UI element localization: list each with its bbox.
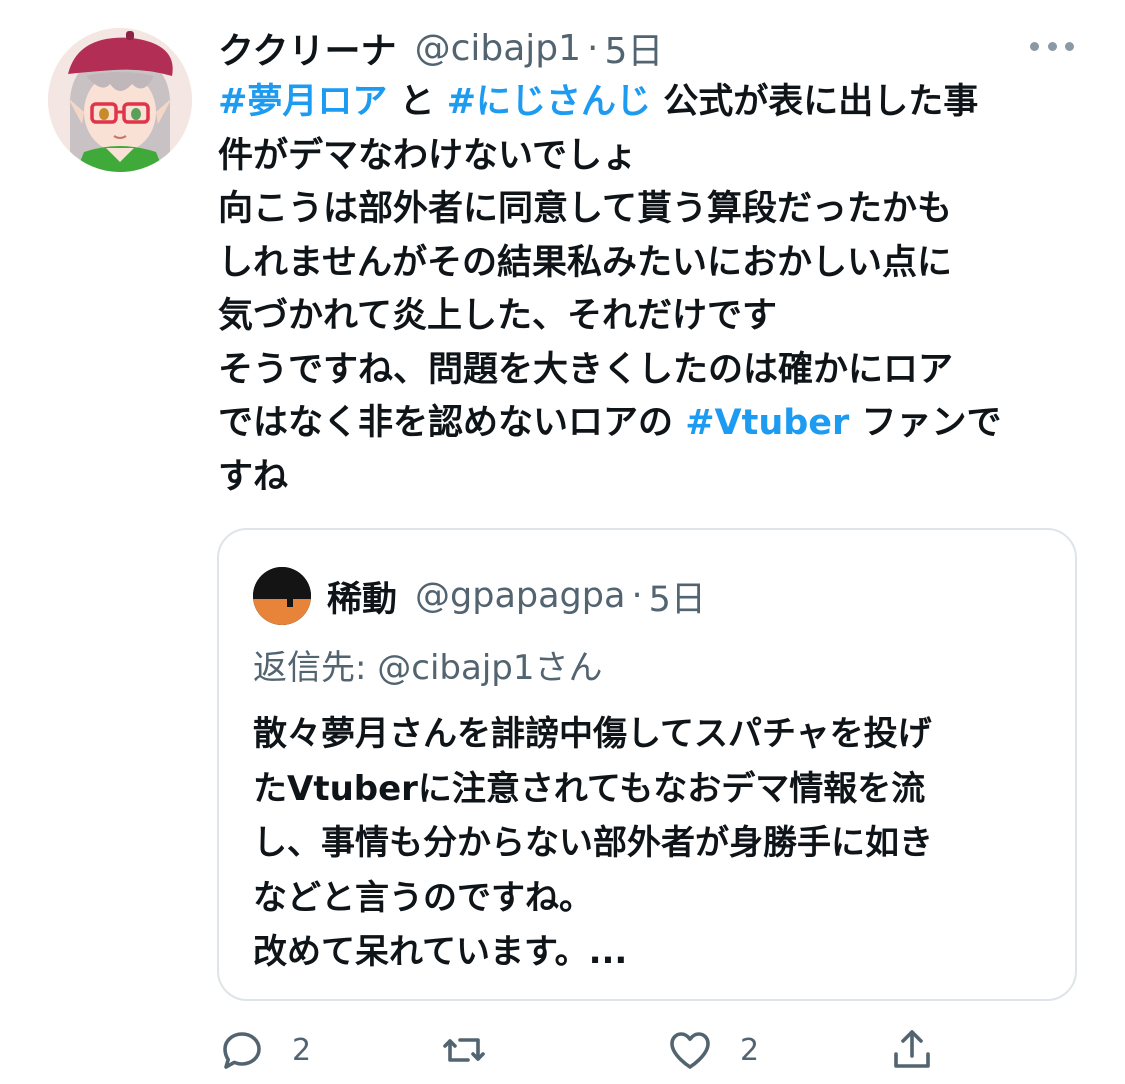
more-options-icon[interactable] [1030,40,1074,52]
hashtag-link[interactable]: #夢月ロア [218,82,387,122]
tweet-text-segment: 向こうは部外者に同意して貰う算段だったかも [218,189,952,229]
tweet-text-segment: すね [218,456,289,497]
quoted-tweet-timestamp: 5日 [648,579,706,620]
more-dot [1030,41,1039,51]
quoted-text-line: 散々夢月さんを誹謗中傷してスパチャを投げ [253,714,932,754]
quoted-author-handle: @gpapagpa [415,576,626,616]
tweet-timestamp[interactable]: 5日 [604,22,663,74]
quoted-header-separator: · [631,576,643,616]
tweet-text-line: #夢月ロア と #にじさんじ 公式が表に出した事 [218,76,1088,130]
reply-count: 2 [292,1032,312,1068]
tweet-text-line: 気づかれて炎上した、それだけです [218,290,1088,344]
tweet-text-segment: 件がデマなわけないでしょ [218,135,637,176]
author-handle[interactable]: @cibajp1 [415,28,581,69]
author-name[interactable]: ククリーナ [218,22,397,74]
reply-button[interactable]: 2 [218,1022,311,1078]
like-icon [666,1026,714,1074]
like-count: 2 [740,1032,760,1068]
quoted-text-line: 改めて呆れています。... [253,932,628,972]
share-icon [888,1026,936,1074]
quoted-text-line: たVtuberに注意されてもなおデマ情報を流 [253,768,926,809]
tweet-text-line: ではなく非を認めないロアの #Vtuber ファンで [218,397,1088,451]
tweet-header: ククリーナ @cibajp1 · 5日 [218,22,663,74]
quoted-tweet-body: 散々夢月さんを誹謗中傷してスパチャを投げ たVtuberに注意されてもなおデマ情報… [253,707,1053,980]
tweet-text-line: そうですね、問題を大きくしたのは確かにロア [218,344,1088,398]
more-dot [1047,41,1057,51]
quoted-author-avatar[interactable] [253,567,311,625]
hashtag-link[interactable]: #にじさんじ [447,82,651,122]
tweet-text-line: 向こうは部外者に同意して貰う算段だったかも [218,183,1088,237]
tweet-text-segment: 公式が表に出した事 [651,82,979,122]
reply-to-label: 返信先: @cibajp1さん [253,648,603,688]
retweet-button[interactable] [440,1022,514,1078]
reply-icon [218,1026,266,1074]
like-button[interactable]: 2 [666,1022,759,1078]
tweet-text-segment: ファンで [849,403,1002,443]
tweet-text-line: しれませんがその結果私みたいにおかしい点に [218,237,1088,291]
tweet-action-bar: 2 2 [218,1022,1078,1078]
tweet-text-segment: と [387,82,447,122]
quoted-tweet[interactable]: 稀動 @gpapagpa · 5日 返信先: @cibajp1さん 散々夢月さん… [217,528,1077,1001]
quoted-tweet-header: 稀動 @gpapagpa · 5日 [327,570,706,622]
more-dot [1065,41,1074,51]
retweet-icon [440,1026,488,1074]
share-button[interactable] [888,1022,936,1078]
quoted-text-line: などと言うのですね。 [253,877,593,918]
tweet-text-segment: しれませんがその結果私みたいにおかしい点に [218,242,952,283]
tweet-text-segment: そうですね、問題を大きくしたのは確かにロア [218,349,954,390]
tweet-text-segment: ではなく非を認めないロアの [218,403,686,443]
header-separator: · [587,27,599,69]
tweet-text-line: 件がデマなわけないでしょ [218,130,1088,184]
tweet-text-line: すね [218,451,1088,505]
hashtag-link[interactable]: #Vtuber [685,403,849,443]
tweet-body: #夢月ロア と #にじさんじ 公式が表に出した事 件がデマなわけないでしょ 向こうは… [218,76,1088,504]
quoted-author-name: 稀動 [327,579,398,620]
tweet-text-segment: 気づかれて炎上した、それだけです [218,296,777,336]
quoted-text-line: し、事情も分からない部外者が身勝手に如き [253,823,933,863]
author-avatar[interactable] [48,28,192,172]
